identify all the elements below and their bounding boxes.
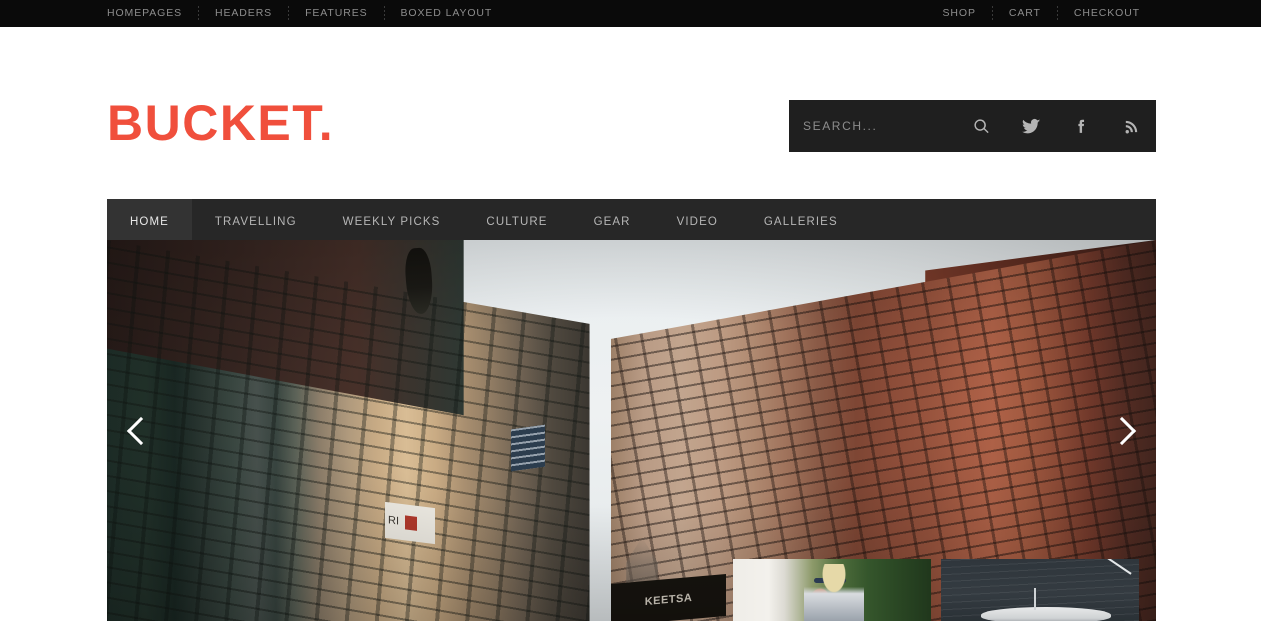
top-link-features[interactable]: FEATURES — [289, 0, 383, 27]
top-link-headers[interactable]: HEADERS — [199, 0, 288, 27]
top-link-homepages[interactable]: HOMEPAGES — [107, 0, 198, 27]
thumbnail-woman-sunglasses[interactable] — [733, 559, 931, 621]
nav-item-travelling[interactable]: TRAVELLING — [192, 199, 320, 244]
logo-text: BUCKET — [107, 95, 319, 151]
main-navigation: HOME TRAVELLING WEEKLY PICKS CULTURE GEA… — [107, 199, 1156, 244]
top-link-boxed-layout[interactable]: BOXED LAYOUT — [385, 0, 509, 27]
nav-item-galleries[interactable]: GALLERIES — [741, 199, 861, 244]
thumbnail-boat-water[interactable] — [941, 559, 1139, 621]
rigging-line-detail — [1092, 559, 1132, 575]
boat-hull-detail — [980, 607, 1112, 621]
nav-item-video[interactable]: VIDEO — [654, 199, 741, 244]
twitter-icon[interactable] — [1006, 100, 1056, 152]
site-logo[interactable]: BUCKET. — [107, 98, 334, 148]
chevron-right-icon — [1107, 416, 1137, 445]
chevron-left-icon — [126, 416, 156, 445]
top-utility-bar: HOMEPAGES HEADERS FEATURES BOXED LAYOUT … — [0, 0, 1261, 27]
sunglasses-detail — [814, 577, 846, 584]
search-icon[interactable] — [956, 100, 1006, 152]
nav-item-weekly-picks[interactable]: WEEKLY PICKS — [320, 199, 464, 244]
rss-icon[interactable] — [1106, 100, 1156, 152]
slider-next-arrow-icon[interactable] — [1102, 402, 1142, 460]
boat-mast-detail — [1034, 587, 1037, 610]
facebook-icon[interactable] — [1056, 100, 1106, 152]
masthead: BUCKET. HOME TRAVELLING WEEKLY PICKS CUL… — [0, 27, 1261, 244]
search-input[interactable] — [803, 100, 953, 152]
top-utility-right-links: SHOP CART CHECKOUT — [943, 0, 1156, 27]
nav-item-gear[interactable]: GEAR — [571, 199, 654, 244]
nav-item-culture[interactable]: CULTURE — [463, 199, 570, 244]
hero-slider: RI KEETSA — [107, 240, 1156, 621]
social-icon-row — [956, 100, 1156, 152]
slider-thumbnail-strip — [733, 559, 1139, 621]
top-link-checkout[interactable]: CHECKOUT — [1058, 0, 1156, 27]
top-link-cart[interactable]: CART — [993, 0, 1057, 27]
slider-prev-arrow-icon[interactable] — [121, 402, 161, 460]
logo-dot: . — [318, 95, 335, 151]
top-link-shop[interactable]: SHOP — [943, 0, 992, 27]
search-bar — [789, 100, 1156, 152]
nav-item-home[interactable]: HOME — [107, 199, 192, 244]
top-utility-left-links: HOMEPAGES HEADERS FEATURES BOXED LAYOUT — [107, 0, 508, 27]
